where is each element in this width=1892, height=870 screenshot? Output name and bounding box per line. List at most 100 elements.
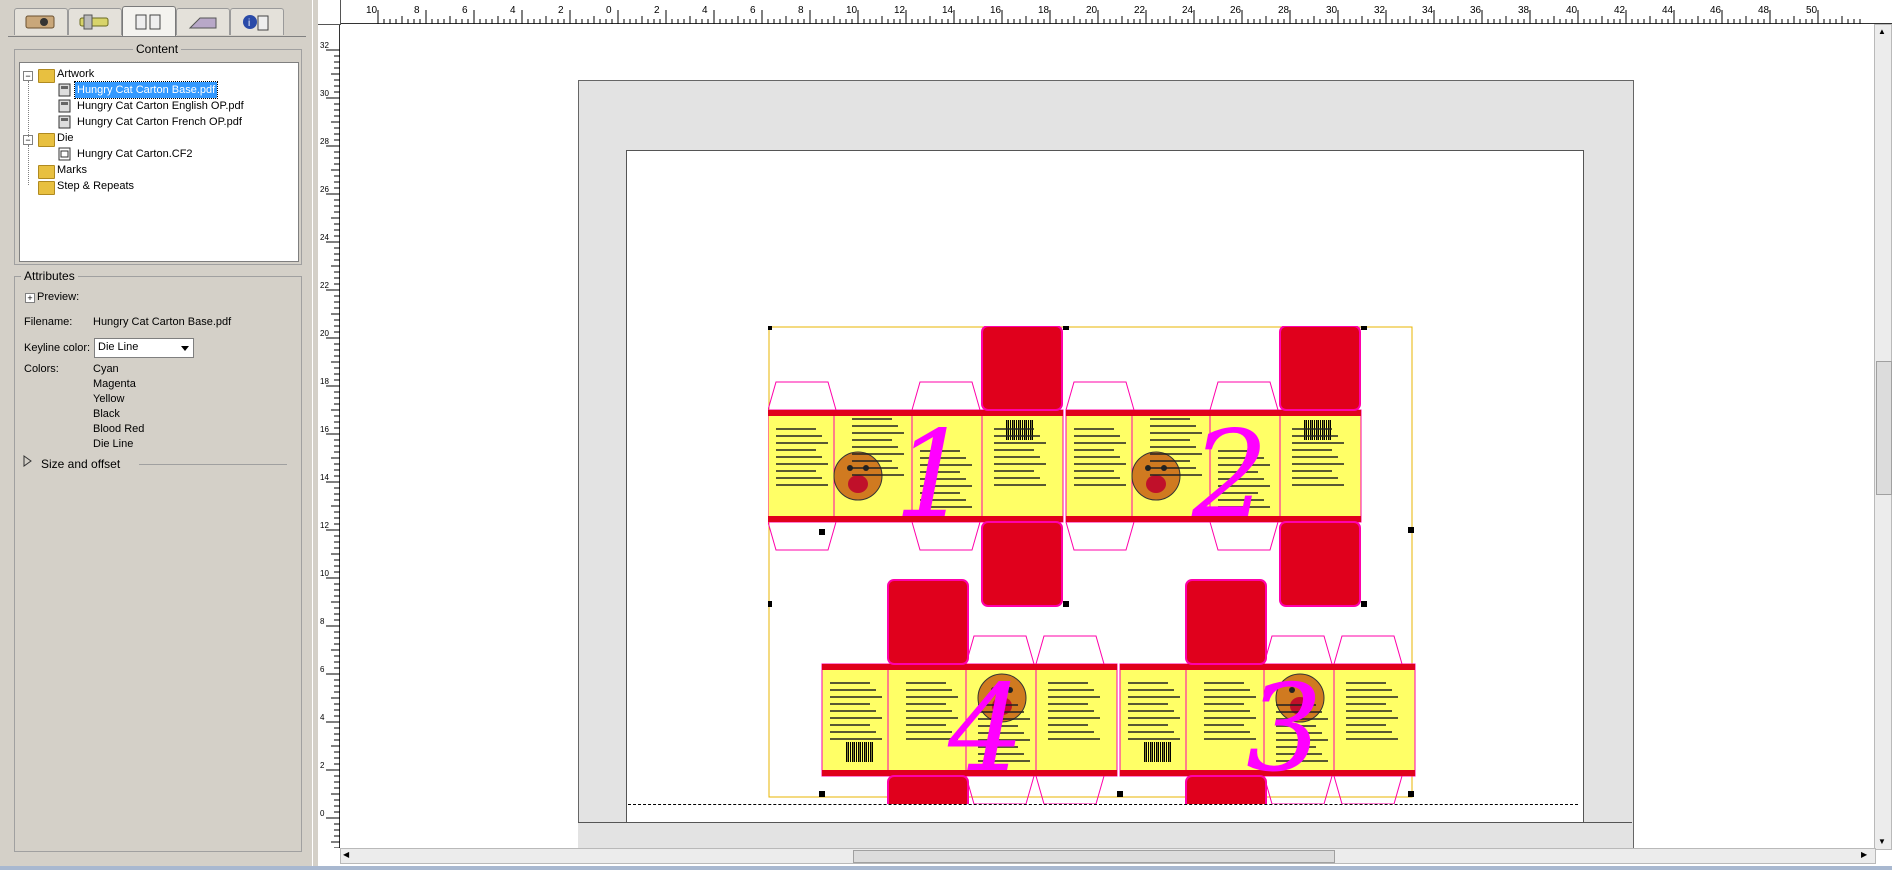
text-line [1204,710,1250,712]
barcode-bar [864,742,866,762]
ruler-tick-label: 8 [414,5,420,16]
text-line [1128,738,1180,740]
keyline-select-value: Die Line [98,341,139,353]
text-line [830,717,882,719]
ruler-tick-label: 32 [1374,5,1386,16]
text-line [1074,435,1120,437]
ruler-tick-label: 8 [798,5,804,16]
ruler-tick-label: 4 [320,713,325,722]
tree-item-file-english[interactable]: Hungry Cat Carton English OP.pdf [77,98,244,114]
text-line [994,477,1040,479]
tab-tools[interactable] [68,8,122,35]
text-line [1292,477,1338,479]
keyline-label: Keyline color: [24,342,91,354]
text-line [1074,470,1114,472]
expand-icon[interactable]: + [25,293,35,303]
scroll-right-icon[interactable]: ▶ [1861,850,1867,859]
ruler-background [318,24,340,848]
text-line [776,470,816,472]
color-item: Die Line [93,438,134,450]
expand-triangle-icon[interactable] [23,455,33,467]
carton-panel [1035,663,1118,777]
tree-item-die-file[interactable]: Hungry Cat Carton.CF2 [77,146,193,162]
carton-layout[interactable]: 1 2 4 3 [768,326,1428,804]
text-line [830,724,870,726]
text-line [1048,717,1100,719]
vertical-scroll-thumb[interactable] [1876,361,1892,495]
tree-item-marks[interactable]: Marks [57,162,87,178]
ruler-tick-label: 38 [1518,5,1530,16]
folder-icon [38,133,55,147]
ruler-corner[interactable] [318,0,341,25]
tab-job-info[interactable] [14,8,68,35]
text-line [1048,731,1094,733]
collapse-icon[interactable]: − [23,71,33,81]
barcode-bar [860,742,861,762]
text-line [1048,710,1094,712]
ruler-tick-label: 28 [1278,5,1290,16]
ruler-tick-label: 30 [320,89,329,98]
ruler-tick-label: 32 [320,41,329,50]
carton-red-flap [887,579,969,665]
ruler-tick-label: 20 [320,329,329,338]
text-line [1292,470,1332,472]
color-item: Magenta [93,378,136,390]
tiger-mouth [1146,475,1166,493]
tree-item-artwork[interactable]: Artwork [57,66,94,82]
text-line [1128,703,1168,705]
ruler-tick-label: 42 [1614,5,1626,16]
text-line [1074,428,1114,430]
selection-handle [1063,601,1069,607]
barcode-bar [1170,742,1171,762]
scroll-up-icon[interactable]: ▲ [1878,27,1886,36]
tree-item-die[interactable]: Die [57,130,74,146]
scroll-left-icon[interactable]: ◀ [343,850,349,859]
preview-label[interactable]: Preview: [37,291,79,303]
horizontal-scrollbar[interactable]: ◀ ▶ [340,848,1876,864]
text-line [830,682,870,684]
carton-number: 3 [1246,660,1322,799]
selection-handle [1063,326,1069,330]
tree-item-file-french[interactable]: Hungry Cat Carton French OP.pdf [77,114,242,130]
ruler-tick-label: 2 [654,5,660,16]
barcode-bar [1166,742,1167,762]
size-offset-label[interactable]: Size and offset [41,457,120,471]
barcode-bar [1162,742,1164,762]
text-line [906,724,946,726]
horizontal-ruler[interactable]: 10 8 6 4 2 0 2 4 6 8 10 12 14 16 18 20 22 24 26 28 30 32 34 36 3… [318,0,1892,24]
tab-content[interactable] [122,6,176,37]
gripper-line [628,804,1578,805]
colors-label: Colors: [24,363,59,375]
tab-press[interactable] [176,8,230,35]
keyline-select[interactable]: Die Line [94,338,194,358]
scroll-down-icon[interactable]: ▼ [1878,837,1886,846]
carton: 2 [1065,326,1362,607]
info-icon: i [243,15,269,31]
ruler-tick-label: 4 [510,5,516,16]
text-line [1346,696,1398,698]
text-line [1346,703,1386,705]
tiger-mouth [848,475,868,493]
carton-tuck-flap [1035,775,1105,804]
text-line [994,428,1034,430]
tab-info[interactable]: i [230,8,284,35]
canvas-area[interactable]: 10 8 6 4 2 0 2 4 6 8 10 12 14 16 18 20 22 24 26 28 30 32 34 36 3… [318,0,1892,866]
text-line [830,696,882,698]
horizontal-scroll-thumb[interactable] [853,850,1335,863]
text-line [1346,738,1398,740]
carton-tuck-flap [1065,521,1135,551]
tree-item-step-repeats[interactable]: Step & Repeats [57,178,134,194]
ruler-tick-label: 26 [1230,5,1242,16]
text-line [1292,449,1332,451]
carton-panel [1065,409,1133,523]
text-line [776,435,822,437]
vertical-ruler[interactable]: 32302826242220181614121086420 [318,0,340,848]
barcode-bar [862,742,863,762]
vertical-scrollbar[interactable]: ▲ ▼ [1874,24,1892,850]
ruler-tick-label: 0 [606,5,612,16]
content-tree[interactable]: − Artwork Hungry Cat Carton Base.pdf Hun… [19,62,299,262]
carton-panel [1333,663,1416,777]
ruler-tick-label: 16 [990,5,1002,16]
text-line [1128,731,1174,733]
tree-item-file-base[interactable]: Hungry Cat Carton Base.pdf [73,81,219,99]
